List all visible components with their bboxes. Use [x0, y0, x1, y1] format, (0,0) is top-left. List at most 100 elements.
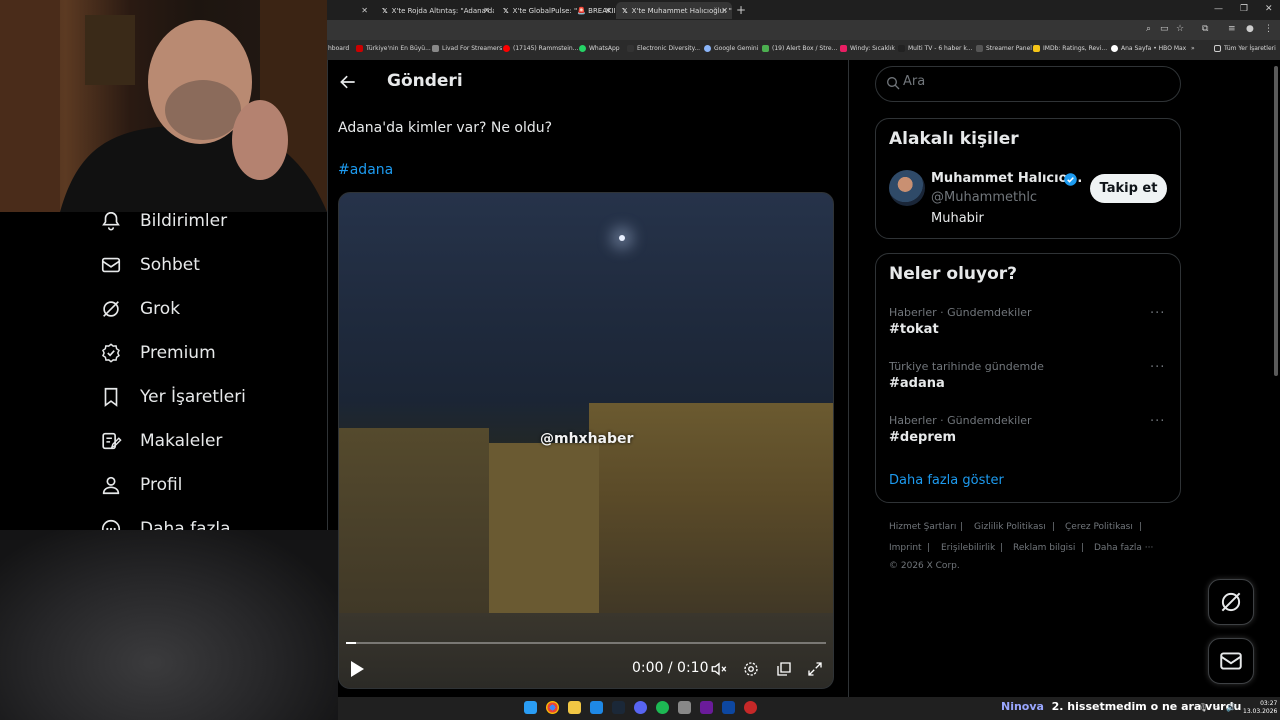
trend-hashtag[interactable]: #deprem	[889, 430, 956, 445]
grok-floating-button[interactable]	[1208, 579, 1254, 625]
bookmark-item[interactable]: (17145) Rammstein...	[503, 45, 578, 52]
app-icon[interactable]	[590, 701, 603, 714]
browser-menu-icon[interactable]: ⋮	[1264, 24, 1273, 34]
microphone-icon[interactable]: 🎙	[1198, 703, 1208, 712]
browser-tab-3[interactable]: 𝕏 X'te Muhammet Halıcıoğlu: "Ad... ✕	[616, 2, 732, 19]
bookmark-item[interactable]: Türkiye'nin En Büyü...	[356, 45, 431, 52]
minimize-icon[interactable]: —	[1214, 4, 1223, 14]
bookmark-item[interactable]: IMDb: Ratings, Revi...	[1033, 45, 1107, 52]
bookmark-item[interactable]: Tüm Yer İşaretleri	[1214, 45, 1276, 52]
bookmark-item[interactable]: Ana Sayfa • HBO Max	[1111, 45, 1186, 52]
articles-icon	[102, 432, 122, 450]
footer-link-accessibility[interactable]: Erişilebilirlik	[941, 543, 995, 553]
bookmark-item[interactable]: (19) Alert Box / Stre...	[762, 45, 837, 52]
network-icon[interactable]: ▭	[1213, 703, 1221, 712]
x-logo-icon: 𝕏	[503, 6, 509, 15]
bookmark-item[interactable]: Streamer Panel	[976, 45, 1032, 52]
show-more-link[interactable]: Daha fazla göster	[889, 473, 1004, 488]
profile-icon	[102, 476, 120, 495]
avatar[interactable]	[889, 170, 925, 206]
trend-more-icon[interactable]: ···	[1150, 360, 1165, 375]
trend-hashtag[interactable]: #tokat	[889, 322, 939, 337]
media-icon[interactable]: ≡	[1228, 24, 1236, 34]
search-input[interactable]	[903, 74, 1163, 89]
bookmark-label: Livad For Streamers	[442, 45, 503, 52]
extensions-icon[interactable]: ⧉	[1202, 24, 1208, 34]
grok-icon	[1221, 592, 1241, 612]
maximize-icon[interactable]: ❐	[1240, 4, 1248, 14]
trend-hashtag[interactable]: #adana	[889, 376, 945, 391]
back-arrow-icon[interactable]	[338, 72, 358, 92]
whatsapp-icon	[579, 45, 586, 52]
trend-more-icon[interactable]: ···	[1150, 306, 1165, 321]
sidebar-item-premium[interactable]: Premium	[100, 337, 216, 369]
bookmark-label: Türkiye'nin En Büyü...	[366, 45, 431, 52]
folder-icon	[1214, 45, 1221, 52]
folder-icon[interactable]	[568, 701, 581, 714]
steam-icon[interactable]	[612, 701, 625, 714]
app-icon[interactable]	[744, 701, 757, 714]
browser-tab-1[interactable]: 𝕏 X'te Rojda Altıntaş: "Adana'da y... ✕	[376, 2, 494, 19]
bookmark-item[interactable]: Multi TV - 6 haber k...	[898, 45, 973, 52]
trend-context: Haberler · Gündemdekiler	[889, 306, 1032, 319]
new-tab-icon[interactable]: +	[736, 3, 746, 17]
zoom-icon[interactable]: ⌕	[1146, 24, 1151, 34]
spotify-icon[interactable]	[656, 701, 669, 714]
trend-more-icon[interactable]: ···	[1150, 414, 1165, 429]
window-close-icon[interactable]: ✕	[1265, 4, 1273, 14]
picture-in-picture-icon[interactable]	[775, 660, 793, 678]
messages-floating-button[interactable]	[1208, 638, 1254, 684]
footer-link-terms[interactable]: Hizmet Şartları	[889, 522, 956, 532]
close-icon[interactable]: ✕	[604, 6, 611, 15]
bookmark-item[interactable]: hboard	[328, 45, 349, 52]
footer-link-cookies[interactable]: Çerez Politikası	[1065, 522, 1133, 532]
sidebar-item-chat[interactable]: Sohbet	[100, 249, 200, 281]
cast-icon[interactable]: ▭	[1160, 24, 1169, 34]
chrome-icon[interactable]	[546, 701, 559, 714]
person-handle[interactable]: @Muhammethlc	[931, 190, 1037, 205]
bookmarks-overflow-icon[interactable]: »	[1191, 45, 1195, 52]
ticker-user: Ninova	[1001, 700, 1044, 713]
fullscreen-icon[interactable]	[806, 660, 824, 678]
play-icon[interactable]	[349, 660, 365, 678]
sidebar-item-grok[interactable]: Grok	[100, 293, 180, 325]
footer-link-imprint[interactable]: Imprint	[889, 543, 922, 553]
bookmark-label: (19) Alert Box / Stre...	[772, 45, 838, 52]
bookmark-item[interactable]: Windy: Sıcaklık	[840, 45, 895, 52]
app-icon[interactable]	[700, 701, 713, 714]
bookmark-item[interactable]: Electronic Diversity...	[627, 45, 700, 52]
browser-tab-2[interactable]: 𝕏 X'te GlobalPulse: "🚨 BREAKIN... ✕	[497, 2, 615, 19]
bookmark-label: Windy: Sıcaklık	[850, 45, 895, 52]
app-icon[interactable]	[722, 701, 735, 714]
speaker-icon[interactable]: 🔊	[1226, 703, 1236, 712]
bookmark-favicon-icon	[762, 45, 769, 52]
app-icon[interactable]	[678, 701, 691, 714]
system-clock[interactable]: 03:27 13.03.2026	[1243, 700, 1277, 716]
video-progress-track[interactable]	[346, 642, 826, 644]
discord-icon[interactable]	[634, 701, 647, 714]
tab-close-previous[interactable]: ✕	[322, 2, 372, 19]
browser-tab-label: X'te GlobalPulse: "🚨 BREAKIN...	[512, 6, 615, 15]
bookmark-item[interactable]: WhatsApp	[579, 45, 620, 52]
close-icon[interactable]: ✕	[483, 6, 490, 15]
post-hashtag-link[interactable]: #adana	[338, 162, 393, 178]
profile-menu-icon[interactable]: ●	[1246, 24, 1254, 34]
sidebar-item-profile[interactable]: Profil	[100, 469, 182, 501]
settings-gear-icon[interactable]	[742, 660, 760, 678]
scrollbar-thumb[interactable]	[1274, 66, 1278, 376]
bookmark-label: Tüm Yer İşaretleri	[1224, 45, 1276, 52]
bookmark-item[interactable]: Livad For Streamers	[432, 45, 502, 52]
sidebar-item-bookmarks[interactable]: Yer İşaretleri	[100, 381, 246, 413]
post-text: Adana'da kimler var? Ne oldu?	[338, 120, 553, 136]
bookmark-item[interactable]: Google Gemini	[704, 45, 758, 52]
sidebar-item-articles[interactable]: Makaleler	[100, 425, 222, 457]
volume-icon[interactable]	[710, 660, 728, 678]
person-name[interactable]: Muhammet Halıcıo...	[931, 171, 1082, 186]
close-icon[interactable]: ✕	[721, 6, 728, 15]
footer-link-ads-info[interactable]: Reklam bilgisi	[1013, 543, 1075, 553]
footer-link-privacy[interactable]: Gizlilik Politikası	[974, 522, 1046, 532]
star-icon[interactable]: ☆	[1176, 24, 1184, 34]
follow-button[interactable]: Takip et	[1090, 174, 1167, 203]
windows-start-icon[interactable]	[524, 701, 537, 714]
footer-link-more[interactable]: Daha fazla ···	[1094, 543, 1153, 553]
